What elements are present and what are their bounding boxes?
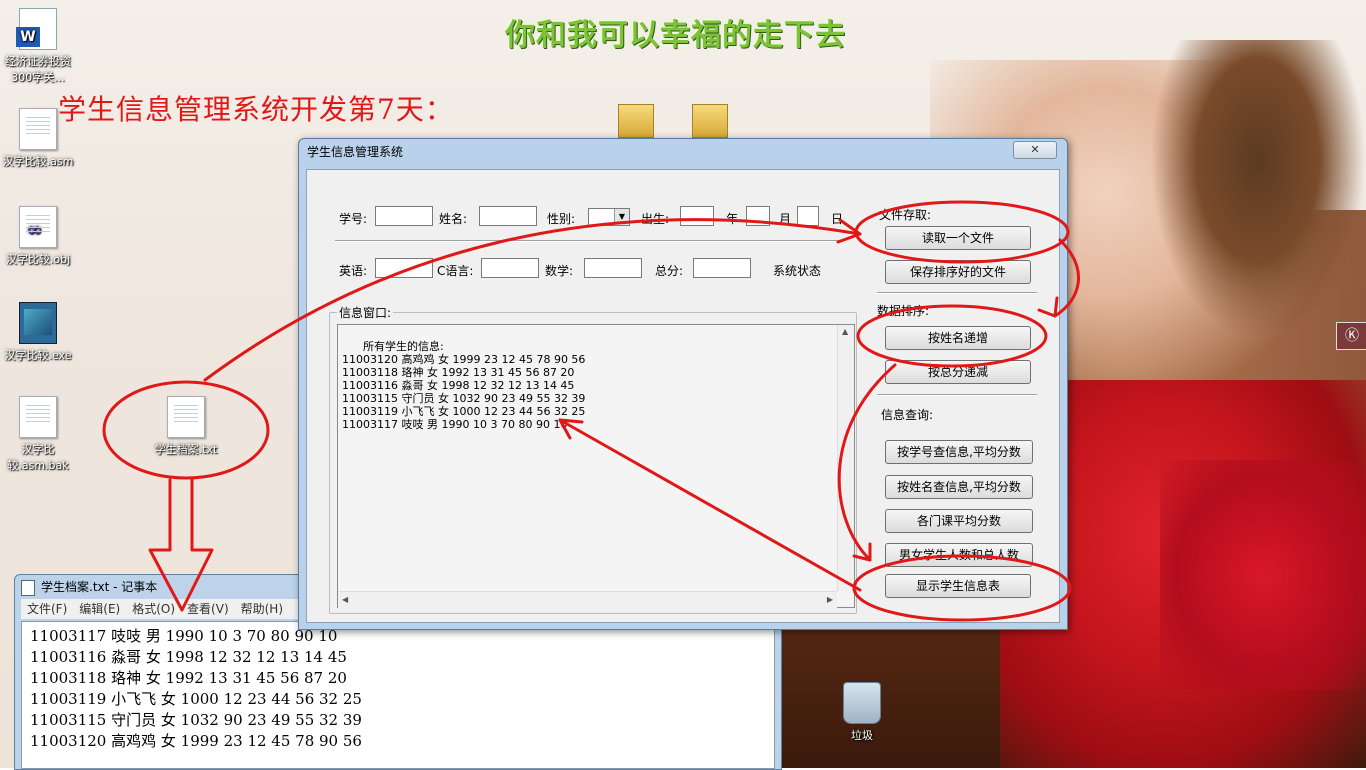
name-input[interactable] xyxy=(479,206,537,226)
wallpaper-banner: 你和我可以幸福的走下去 xyxy=(505,18,846,53)
scroll-left-icon[interactable]: ◀ xyxy=(342,595,348,604)
english-input[interactable] xyxy=(375,258,433,278)
save-sorted-file-button[interactable]: 保存排序好的文件 xyxy=(885,260,1031,284)
student-id-label: 学号: xyxy=(339,212,368,226)
desktop-icon-obj[interactable]: ∞ 汉字比较.obj xyxy=(0,206,76,267)
info-query-label: 信息查询: xyxy=(881,408,934,422)
desktop-icon-bak[interactable]: 汉字比较.asm.bak xyxy=(0,396,76,473)
folder-icon[interactable] xyxy=(692,104,728,138)
menu-format[interactable]: 格式(O) xyxy=(132,599,175,619)
name-label: 姓名: xyxy=(439,212,468,226)
year-label: 年 xyxy=(726,212,739,226)
info-window-title: 信息窗口: xyxy=(337,304,394,321)
desktop-icon-label: 经济证券投资300字关... xyxy=(5,55,71,84)
course-average-button[interactable]: 各门课平均分数 xyxy=(885,509,1033,533)
notepad-text-area[interactable]: 11003117 吱吱 男 1990 10 3 70 80 90 10 1100… xyxy=(21,621,775,769)
horizontal-scrollbar[interactable]: ◀ ▶ xyxy=(338,591,837,608)
dialog-titlebar[interactable]: 学生信息管理系统 xyxy=(299,139,1067,165)
close-button[interactable]: ✕ xyxy=(1013,141,1057,159)
c-language-input[interactable] xyxy=(481,258,539,278)
wallpaper-hair xyxy=(1150,40,1366,340)
recycle-bin-icon xyxy=(843,682,881,724)
data-sort-label: 数据排序: xyxy=(877,304,930,318)
gender-select[interactable]: ▼ xyxy=(588,208,630,226)
desktop-icon-asm[interactable]: 汉字比较.asm xyxy=(0,108,76,169)
dialog-title: 学生信息管理系统 xyxy=(307,145,404,159)
notepad-icon xyxy=(21,580,35,596)
total-label: 总分: xyxy=(655,264,684,278)
side-tab[interactable]: Ⓚ xyxy=(1336,322,1366,350)
query-by-name-button[interactable]: 按姓名查信息,平均分数 xyxy=(885,475,1033,499)
scroll-right-icon[interactable]: ▶ xyxy=(827,595,833,604)
menu-view[interactable]: 查看(V) xyxy=(187,599,229,619)
month-label: 月 xyxy=(779,212,792,226)
separator xyxy=(335,240,845,242)
exe-file-icon xyxy=(19,302,57,344)
total-input[interactable] xyxy=(693,258,751,278)
text-file-icon xyxy=(19,108,57,150)
separator xyxy=(877,394,1037,396)
info-text-area[interactable]: 所有学生的信息: 11003120 高鸡鸡 女 1999 23 12 45 78… xyxy=(337,324,855,608)
c-language-label: C语言: xyxy=(437,264,474,278)
separator xyxy=(877,292,1037,294)
query-by-id-button[interactable]: 按学号查信息,平均分数 xyxy=(885,440,1033,464)
file-access-label: 文件存取: xyxy=(879,208,932,222)
sort-by-name-button[interactable]: 按姓名递增 xyxy=(885,326,1031,350)
vertical-scrollbar[interactable]: ▲ xyxy=(837,325,854,591)
text-file-icon xyxy=(19,396,57,438)
menu-help[interactable]: 帮助(H) xyxy=(241,599,283,619)
sort-by-total-button[interactable]: 按总分递减 xyxy=(885,360,1031,384)
gender-count-button[interactable]: 男女学生人数和总人数 xyxy=(885,543,1033,567)
chevron-down-icon[interactable]: ▼ xyxy=(614,209,629,225)
annotation-headline: 学生信息管理系统开发第7天： xyxy=(58,93,454,126)
math-label: 数学: xyxy=(545,264,574,278)
day-label: 日 xyxy=(831,212,844,226)
desktop-icon-student-txt[interactable]: 学生档案.txt xyxy=(148,396,224,457)
desktop-icon-recycle-bin[interactable]: 垃圾 xyxy=(824,682,900,743)
word-doc-icon: W xyxy=(16,8,57,50)
desktop-icon-label: 垃圾 xyxy=(851,729,873,742)
text-file-icon xyxy=(167,396,205,438)
desktop-icon-label: 汉字比较.asm.bak xyxy=(7,443,69,472)
dialog-client: 学号: 姓名: 性别: ▼ 出生: 年 月 日 英语: C语言: 数学: 总分:… xyxy=(306,169,1060,623)
desktop-icon-label: 汉字比较.asm xyxy=(2,155,74,168)
scroll-up-icon[interactable]: ▲ xyxy=(842,327,848,336)
math-input[interactable] xyxy=(584,258,642,278)
student-manager-dialog[interactable]: 学生信息管理系统 ✕ 学号: 姓名: 性别: ▼ 出生: 年 月 日 英语: C… xyxy=(298,138,1068,630)
info-text: 所有学生的信息: 11003120 高鸡鸡 女 1999 23 12 45 78… xyxy=(342,340,586,431)
menu-file[interactable]: 文件(F) xyxy=(27,599,67,619)
obj-file-icon: ∞ xyxy=(19,206,57,248)
wallpaper-pillow xyxy=(1160,460,1366,690)
gender-label: 性别: xyxy=(547,212,576,226)
desktop-icon-label: 学生档案.txt xyxy=(154,443,218,456)
read-file-button[interactable]: 读取一个文件 xyxy=(885,226,1031,250)
desktop-icon-label: 汉字比较.exe xyxy=(4,349,72,362)
show-student-table-button[interactable]: 显示学生信息表 xyxy=(885,574,1031,598)
birth-month-input[interactable] xyxy=(746,206,770,226)
folder-icon[interactable] xyxy=(618,104,654,138)
birth-year-input[interactable] xyxy=(680,206,714,226)
birth-label: 出生: xyxy=(641,212,670,226)
system-status-label: 系统状态 xyxy=(773,264,822,278)
notepad-title: 学生档案.txt - 记事本 xyxy=(41,580,158,594)
menu-edit[interactable]: 编辑(E) xyxy=(79,599,120,619)
desktop-icon-label: 汉字比较.obj xyxy=(5,253,71,266)
english-label: 英语: xyxy=(339,264,368,278)
desktop-icon-exe[interactable]: 汉字比较.exe xyxy=(0,302,76,363)
desktop-icon-doc[interactable]: W 经济证券投资300字关... xyxy=(0,8,76,85)
birth-day-input[interactable] xyxy=(797,206,819,226)
student-id-input[interactable] xyxy=(375,206,433,226)
